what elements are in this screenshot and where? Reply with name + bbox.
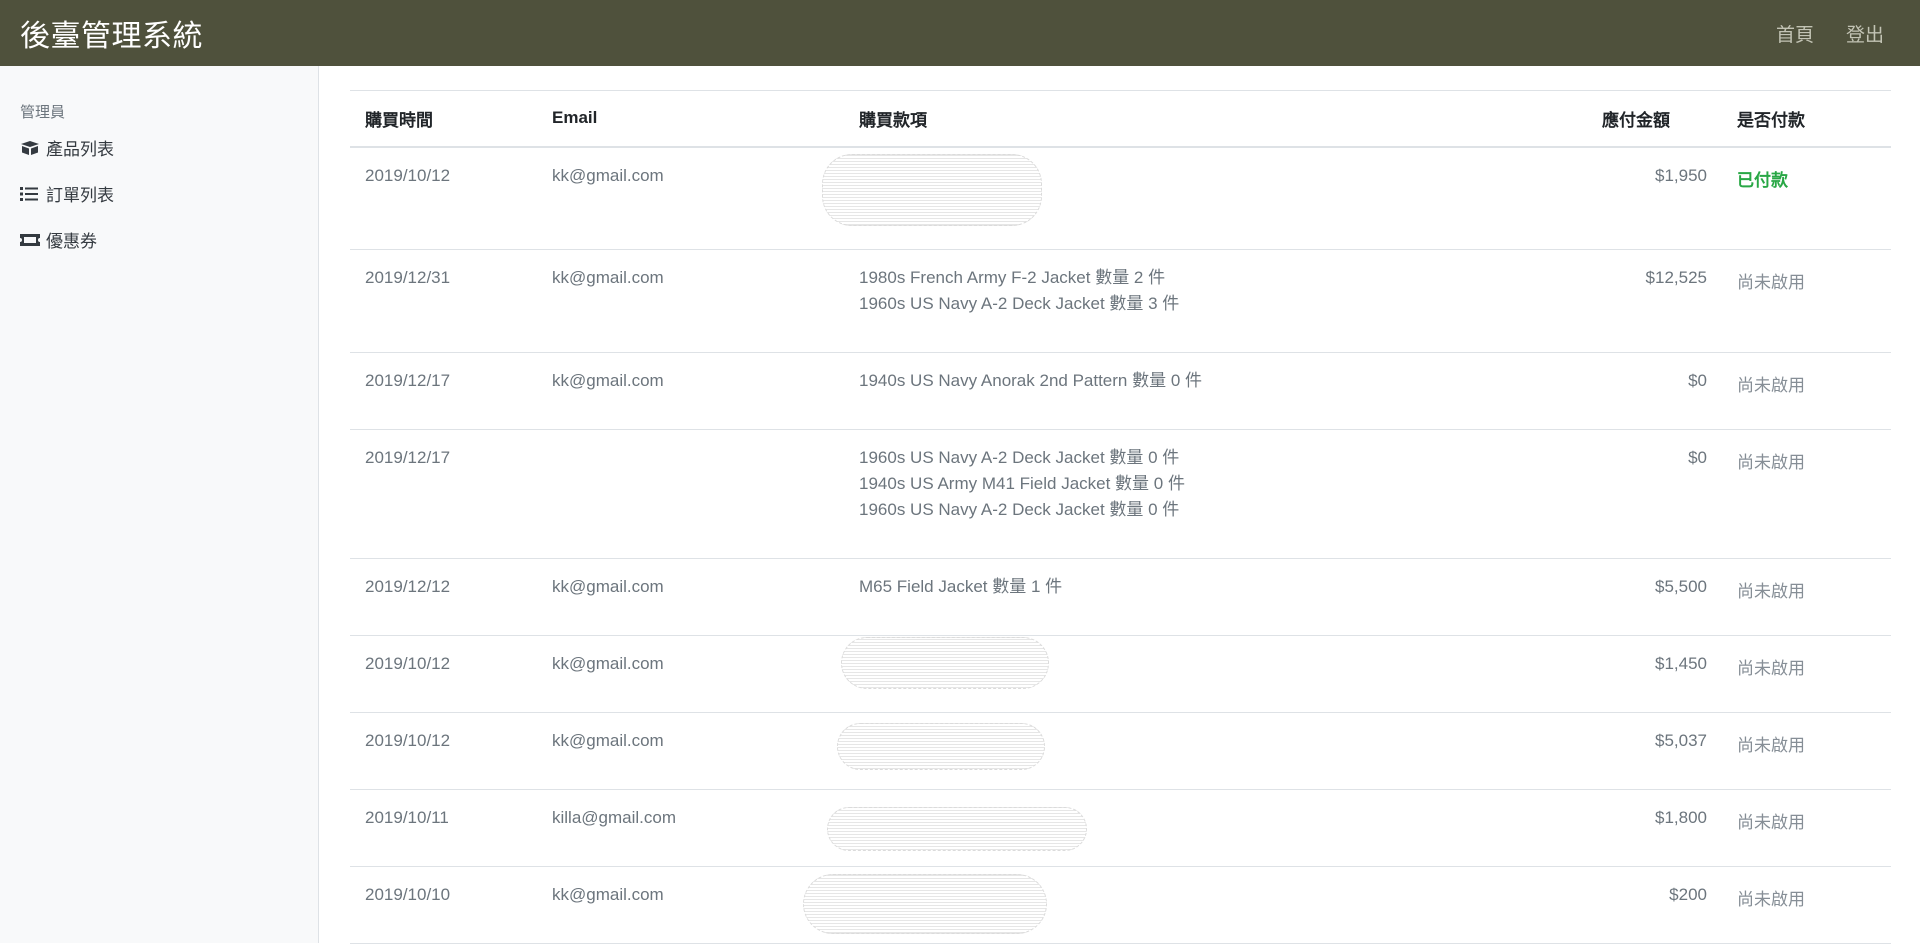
table-row: 2019/10/12 kk@gmail.com $1,950 已付款 [350,146,1891,250]
table-row: 2019/10/12 kk@gmail.com $5,037 尚未啟用 [350,712,1891,790]
status-badge: 尚未啟用 [1722,635,1891,713]
redacted-items [803,874,1047,934]
redacted-items [841,637,1049,689]
order-items: 1980s French Army F-2 Jacket 數量 2 件 1960… [844,249,1582,353]
table-row: 2019/12/17 kk@gmail.com 1940s US Navy An… [350,352,1891,430]
order-date: 2019/10/10 [350,866,537,944]
table-row: 2019/10/12 kk@gmail.com $1,450 尚未啟用 [350,635,1891,713]
order-email: kk@gmail.com [537,352,844,430]
box-icon [20,139,40,157]
order-amount: $0 [1582,429,1722,559]
redacted-items [837,723,1045,770]
order-amount: $1,950 [1582,146,1722,250]
nav-home-link[interactable]: 首頁 [1776,20,1814,47]
sidebar-item-coupons[interactable]: 優惠券 [20,227,97,252]
order-items: 1960s US Navy A-2 Deck Jacket 數量 0 件 194… [844,429,1582,559]
status-badge: 尚未啟用 [1722,429,1891,559]
table-header: 購買時間 Email 購買款項 應付金額 是否付款 [350,90,1891,148]
table-row: 2019/10/10 kk@gmail.com $200 尚未啟用 [350,866,1891,944]
status-badge: 尚未啟用 [1722,712,1891,790]
list-icon [20,185,40,203]
brand-title[interactable]: 後臺管理系統 [20,11,203,55]
order-date: 2019/12/17 [350,352,537,430]
order-email: kk@gmail.com [537,249,844,353]
order-amount: $12,525 [1582,249,1722,353]
sidebar-item-label: 產品列表 [46,140,114,159]
order-amount: $5,500 [1582,558,1722,636]
order-date: 2019/10/12 [350,712,537,790]
order-items: M65 Field Jacket 數量 1 件 [844,558,1582,636]
order-items [803,866,1582,944]
order-date: 2019/12/17 [350,429,537,559]
order-date: 2019/10/12 [350,635,537,713]
order-email: kk@gmail.com [537,635,844,713]
order-items [837,712,1582,790]
order-items [822,146,1582,250]
order-date: 2019/10/11 [350,789,537,867]
top-navbar: 後臺管理系統 首頁 登出 [0,0,1920,66]
header-purchase-items: 購買款項 [844,90,1582,148]
status-badge: 尚未啟用 [1722,558,1891,636]
sidebar-item-label: 訂單列表 [46,186,114,205]
status-badge: 尚未啟用 [1722,249,1891,353]
redacted-items [827,807,1087,851]
status-badge: 尚未啟用 [1722,352,1891,430]
order-item-line: M65 Field Jacket 數量 1 件 [859,577,1063,596]
order-date: 2019/12/12 [350,558,537,636]
order-item-line: 1960s US Navy A-2 Deck Jacket 數量 0 件 [859,448,1180,467]
status-badge: 尚未啟用 [1722,866,1891,944]
orders-table: 購買時間 Email 購買款項 應付金額 是否付款 2019/10/12 kk@… [350,90,1891,944]
order-item-line: 1940s US Army M41 Field Jacket 數量 0 件 [859,474,1185,493]
order-email: killa@gmail.com [537,789,844,867]
table-row: 2019/12/17 1960s US Navy A-2 Deck Jacket… [350,429,1891,559]
order-items: 1940s US Navy Anorak 2nd Pattern 數量 0 件 [844,352,1582,430]
header-amount-due: 應付金額 [1582,90,1722,148]
sidebar-item-label: 優惠券 [46,232,97,251]
sidebar: 管理員 產品列表 訂單列表 優惠券 [0,66,319,943]
order-date: 2019/12/31 [350,249,537,353]
order-item-line: 1940s US Navy Anorak 2nd Pattern 數量 0 件 [859,371,1203,390]
table-row: 2019/10/11 killa@gmail.com $1,800 尚未啟用 [350,789,1891,867]
order-amount: $1,800 [1582,789,1722,867]
order-email: kk@gmail.com [537,866,844,944]
table-row: 2019/12/31 kk@gmail.com 1980s French Arm… [350,249,1891,353]
redacted-items [822,153,1042,226]
order-amount: $1,450 [1582,635,1722,713]
sidebar-item-products[interactable]: 產品列表 [20,135,114,160]
sidebar-item-orders[interactable]: 訂單列表 [20,181,114,206]
orders-main: 購買時間 Email 購買款項 應付金額 是否付款 2019/10/12 kk@… [350,90,1891,944]
order-amount: $5,037 [1582,712,1722,790]
header-payment-status: 是否付款 [1722,90,1891,148]
order-items [841,635,1582,713]
navbar-links: 首頁 登出 [1744,20,1884,47]
header-email: Email [537,90,844,148]
header-purchase-time: 購買時間 [350,90,537,148]
order-email: kk@gmail.com [537,146,844,250]
status-badge: 已付款 [1722,146,1891,250]
status-badge: 尚未啟用 [1722,789,1891,867]
table-row: 2019/12/12 kk@gmail.com M65 Field Jacket… [350,558,1891,636]
order-amount: $0 [1582,352,1722,430]
ticket-icon [20,231,40,249]
order-date: 2019/10/12 [350,146,537,250]
order-item-line: 1980s French Army F-2 Jacket 數量 2 件 [859,268,1166,287]
order-email [537,429,844,559]
order-email: kk@gmail.com [537,712,844,790]
nav-logout-link[interactable]: 登出 [1846,20,1884,47]
order-items [827,789,1582,867]
order-item-line: 1960s US Navy A-2 Deck Jacket 數量 0 件 [859,500,1180,519]
order-item-line: 1960s US Navy A-2 Deck Jacket 數量 3 件 [859,294,1180,313]
order-amount: $200 [1582,866,1722,944]
order-email: kk@gmail.com [537,558,844,636]
sidebar-heading: 管理員 [20,104,66,121]
